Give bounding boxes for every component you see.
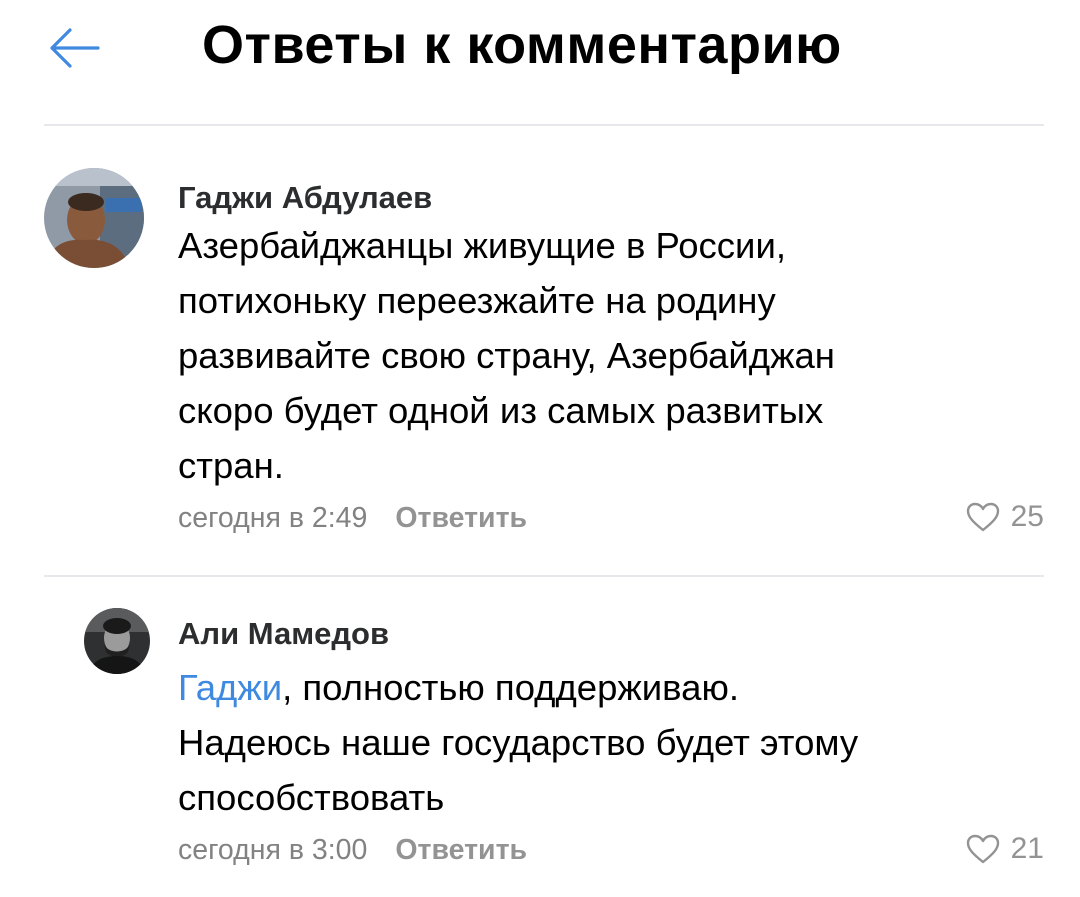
heart-outline-icon (966, 834, 999, 864)
back-button[interactable] (44, 22, 104, 74)
header-divider (44, 124, 1044, 126)
comment-text-line: Надеюсь наше государство будет этому (178, 722, 859, 763)
comment-text-line: стран. (178, 445, 284, 486)
comment-time: сегодня в 3:00 (178, 834, 368, 866)
reply-button[interactable]: Ответить (395, 834, 527, 866)
comment-text: Гаджи, полностью поддерживаю. Надеюсь на… (178, 660, 1038, 825)
comment-time: сегодня в 2:49 (178, 502, 368, 534)
heart-outline-icon (966, 502, 999, 532)
comment-meta: сегодня в 3:00 Ответить (178, 834, 527, 867)
comment-text-line: развивайте свою страну, Азербайджан (178, 335, 835, 376)
comment-text-line: Гаджи, полностью поддерживаю. (178, 660, 1038, 715)
comment-text: Азербайджанцы живущие в России, потихонь… (178, 218, 1038, 493)
avatar[interactable] (44, 168, 144, 268)
comment-meta: сегодня в 2:49 Ответить (178, 502, 527, 535)
header: Ответы к комментарию (0, 0, 1080, 125)
like-button[interactable]: 21 (965, 832, 1044, 866)
like-count: 21 (1010, 832, 1044, 865)
arrow-left-icon (50, 28, 100, 68)
comment-text-line: Азербайджанцы живущие в России, (178, 225, 786, 266)
avatar[interactable] (84, 608, 150, 674)
page-title: Ответы к комментарию (202, 15, 842, 75)
like-button[interactable]: 25 (965, 500, 1044, 534)
comment-author[interactable]: Али Мамедов (178, 616, 389, 652)
comment-text-line: скоро будет одной из самых развитых (178, 390, 824, 431)
reply-button[interactable]: Ответить (395, 502, 527, 534)
comment-divider (44, 575, 1044, 577)
like-count: 25 (1010, 500, 1044, 533)
comment-text-line: способствовать (178, 777, 445, 818)
comment-text-fragment: , полностью поддерживаю. (282, 667, 739, 708)
comment-author[interactable]: Гаджи Абдулаев (178, 180, 432, 216)
mention-link[interactable]: Гаджи (178, 667, 282, 708)
comment-text-line: потихоньку переезжайте на родину (178, 280, 776, 321)
